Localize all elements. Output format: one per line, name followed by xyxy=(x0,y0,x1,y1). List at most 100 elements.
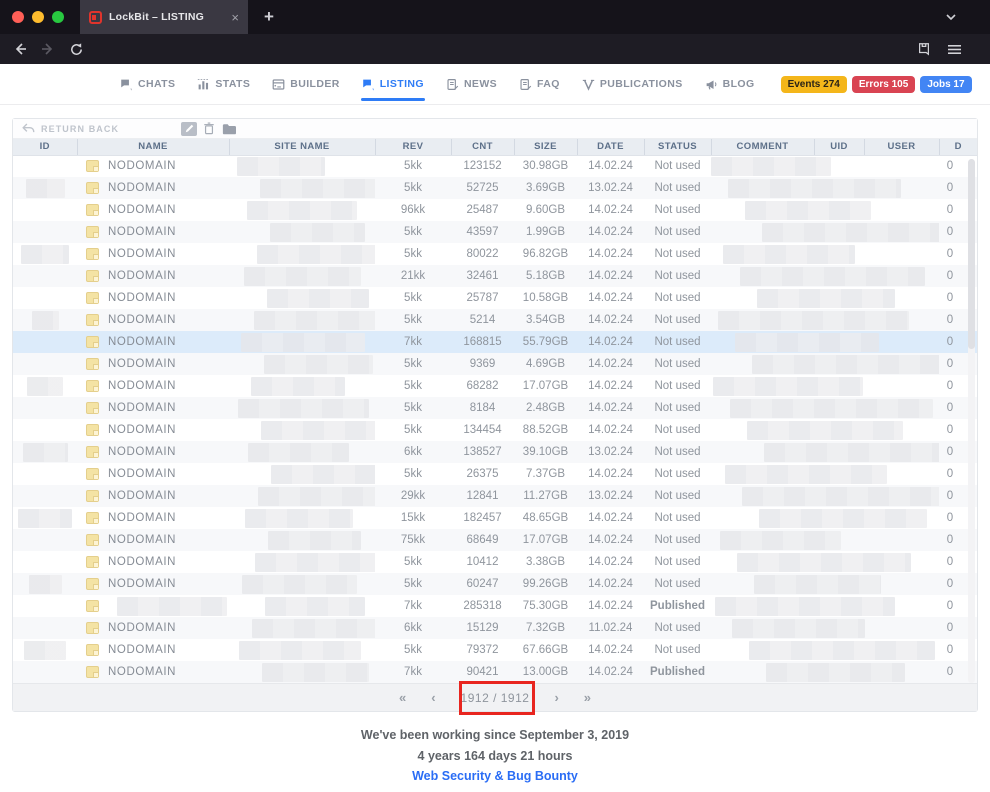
table-row[interactable]: NODOMAIN 5kk 134454 88.52GB 14.02.24 Not… xyxy=(13,419,977,441)
nav-item-listing[interactable]: LISTING xyxy=(362,78,424,91)
redacted-comment-uid-user xyxy=(737,553,911,572)
row-name: NODOMAIN xyxy=(108,490,176,502)
redacted-comment-uid-user xyxy=(725,465,887,484)
folder-icon xyxy=(86,490,99,502)
table-row[interactable]: NODOMAIN 7kk 90421 13.00GB 14.02.24 Publ… xyxy=(13,661,977,683)
col-header-rev[interactable]: REV xyxy=(375,139,451,155)
table-body: NODOMAIN 5kk 123152 30.98GB 14.02.24 Not… xyxy=(13,155,977,683)
table-row[interactable]: NODOMAIN 5kk 123152 30.98GB 14.02.24 Not… xyxy=(13,155,977,177)
close-window-button[interactable] xyxy=(12,11,24,23)
nav-item-faq[interactable]: FAQ xyxy=(519,78,560,91)
row-name: NODOMAIN xyxy=(108,468,176,480)
nav-item-blog[interactable]: BLOG xyxy=(705,78,755,91)
table-row[interactable]: NODOMAIN 5kk 9369 4.69GB 14.02.24 Not us… xyxy=(13,353,977,375)
scrollbar-thumb[interactable] xyxy=(968,159,975,349)
nav-item-stats[interactable]: STATS xyxy=(197,78,250,91)
redacted-id xyxy=(21,245,69,264)
row-rev: 6kk xyxy=(375,617,451,639)
folder-icon xyxy=(86,314,99,326)
table-row[interactable]: NODOMAIN 29kk 12841 11.27GB 13.02.24 Not… xyxy=(13,485,977,507)
col-header-date[interactable]: DATE xyxy=(577,139,644,155)
extensions-icon[interactable] xyxy=(914,39,934,59)
folder-icon xyxy=(86,402,99,414)
table-row[interactable]: NODOMAIN 5kk 5214 3.54GB 14.02.24 Not us… xyxy=(13,309,977,331)
folder-icon xyxy=(86,248,99,260)
table-row[interactable]: NODOMAIN 5kk 79372 67.66GB 14.02.24 Not … xyxy=(13,639,977,661)
table-row[interactable]: NODOMAIN 5kk 25787 10.58GB 14.02.24 Not … xyxy=(13,287,977,309)
col-header-comment[interactable]: COMMENT xyxy=(711,139,814,155)
nav-item-builder[interactable]: BUILDER xyxy=(272,78,339,91)
jobs-badge[interactable]: Jobs 17 xyxy=(920,76,971,93)
table-row[interactable]: NODOMAIN 5kk 8184 2.48GB 14.02.24 Not us… xyxy=(13,397,977,419)
nav-item-news[interactable]: NEWS xyxy=(446,78,497,91)
row-date: 14.02.24 xyxy=(577,529,644,551)
row-rev: 7kk xyxy=(375,331,451,353)
nav-item-chats[interactable]: CHATS xyxy=(120,78,175,91)
col-header-d[interactable]: D xyxy=(939,139,977,155)
row-size: 9.60GB xyxy=(514,199,577,221)
row-name: NODOMAIN xyxy=(108,644,176,656)
errors-badge[interactable]: Errors 105 xyxy=(852,76,915,93)
minimize-window-button[interactable] xyxy=(32,11,44,23)
table-row[interactable]: NODOMAIN 5kk 43597 1.99GB 14.02.24 Not u… xyxy=(13,221,977,243)
zoom-window-button[interactable] xyxy=(52,11,64,23)
events-badge[interactable]: Events 274 xyxy=(781,76,847,93)
row-name: NODOMAIN xyxy=(108,578,176,590)
row-date: 14.02.24 xyxy=(577,155,644,177)
forward-icon[interactable] xyxy=(38,39,58,59)
tab-list-chevron-icon[interactable] xyxy=(944,10,958,24)
table-row[interactable]: NODOMAIN 6kk 138527 39.10GB 13.02.24 Not… xyxy=(13,441,977,463)
next-page-button[interactable]: › xyxy=(554,690,558,705)
row-status: Not used xyxy=(644,529,711,551)
reload-icon[interactable] xyxy=(66,39,86,59)
back-icon[interactable] xyxy=(10,39,30,59)
col-header-name[interactable]: NAME xyxy=(77,139,229,155)
table-row[interactable]: NODOMAIN 15kk 182457 48.65GB 14.02.24 No… xyxy=(13,507,977,529)
table-row[interactable]: NODOMAIN 5kk 52725 3.69GB 13.02.24 Not u… xyxy=(13,177,977,199)
footer-bug-bounty-link[interactable]: Web Security & Bug Bounty xyxy=(0,769,990,783)
row-status: Published xyxy=(644,595,711,617)
table-row[interactable]: NODOMAIN 75kk 68649 17.07GB 14.02.24 Not… xyxy=(13,529,977,551)
return-back-button[interactable]: RETURN BACK xyxy=(22,123,119,134)
delete-button[interactable] xyxy=(201,122,217,136)
col-header-cnt[interactable]: CNT xyxy=(451,139,514,155)
col-header-status[interactable]: STATUS xyxy=(644,139,711,155)
table-row[interactable]: NODOMAIN 7kk 168815 55.79GB 14.02.24 Not… xyxy=(13,331,977,353)
row-cnt: 12841 xyxy=(451,485,514,507)
folder-button[interactable] xyxy=(221,122,237,136)
table-row[interactable]: NODOMAIN 6kk 15129 7.32GB 11.02.24 Not u… xyxy=(13,617,977,639)
row-status: Not used xyxy=(644,309,711,331)
nav-item-publications[interactable]: PUBLICATIONS xyxy=(582,78,683,91)
browser-tab[interactable]: LockBit – LISTING × xyxy=(80,0,248,34)
redacted-id xyxy=(26,179,65,198)
table-row[interactable]: NODOMAIN 5kk 68282 17.07GB 14.02.24 Not … xyxy=(13,375,977,397)
row-size: 3.69GB xyxy=(514,177,577,199)
table-row[interactable]: NODOMAIN 5kk 10412 3.38GB 14.02.24 Not u… xyxy=(13,551,977,573)
row-cnt: 80022 xyxy=(451,243,514,265)
new-tab-button[interactable]: + xyxy=(258,6,280,28)
table-row[interactable]: NODOMAIN 96kk 25487 9.60GB 14.02.24 Not … xyxy=(13,199,977,221)
scrollbar-track[interactable] xyxy=(968,159,975,683)
col-header-id[interactable]: ID xyxy=(13,139,77,155)
edit-button[interactable] xyxy=(181,122,197,136)
table-row[interactable]: NODOMAIN 5kk 80022 96.82GB 14.02.24 Not … xyxy=(13,243,977,265)
footer-working-since: We've been working since September 3, 20… xyxy=(0,728,990,742)
table-row[interactable]: NODOMAIN 21kk 32461 5.18GB 14.02.24 Not … xyxy=(13,265,977,287)
row-status: Not used xyxy=(644,375,711,397)
close-tab-icon[interactable]: × xyxy=(231,11,239,24)
col-header-site-name[interactable]: SITE NAME xyxy=(229,139,375,155)
redacted-comment-uid-user xyxy=(759,509,927,528)
menu-hamburger-icon[interactable] xyxy=(944,39,964,59)
row-rev: 29kk xyxy=(375,485,451,507)
pencil-icon xyxy=(185,124,194,133)
table-row[interactable]: 7kk 285318 75.30GB 14.02.24 Published 0 xyxy=(13,595,977,617)
prev-page-button[interactable]: ‹ xyxy=(431,690,435,705)
col-header-uid[interactable]: UID xyxy=(814,139,864,155)
col-header-user[interactable]: USER xyxy=(864,139,939,155)
col-header-size[interactable]: SIZE xyxy=(514,139,577,155)
first-page-button[interactable]: « xyxy=(399,690,406,705)
last-page-button[interactable]: » xyxy=(584,690,591,705)
table-row[interactable]: NODOMAIN 5kk 26375 7.37GB 14.02.24 Not u… xyxy=(13,463,977,485)
faq-clipboard-icon xyxy=(519,78,532,91)
table-row[interactable]: NODOMAIN 5kk 60247 99.26GB 14.02.24 Not … xyxy=(13,573,977,595)
